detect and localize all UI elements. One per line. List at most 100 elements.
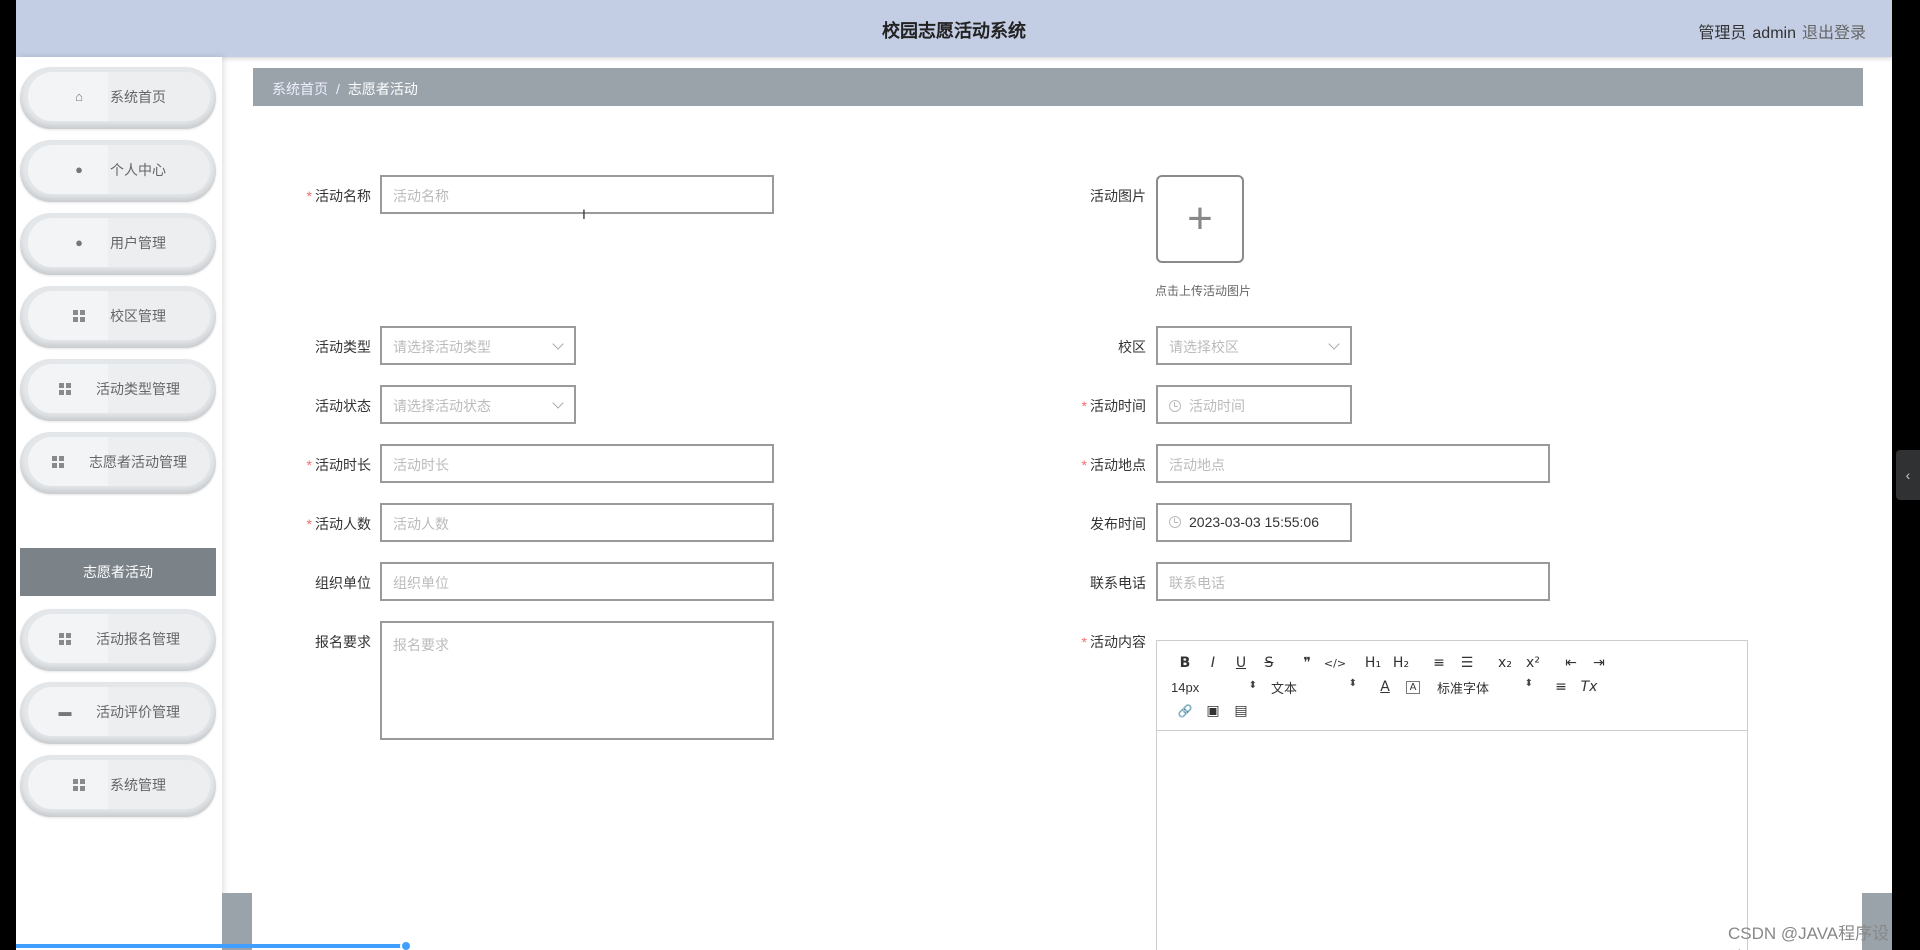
bullet-list-button[interactable]: ☰: [1453, 655, 1481, 671]
activity-location-input[interactable]: 活动地点: [1156, 444, 1550, 483]
sidebar-item-system[interactable]: 系统管理: [20, 755, 216, 817]
label-publish-time: 发布时间: [1090, 516, 1146, 532]
clear-format-button[interactable]: Tx: [1575, 679, 1603, 695]
grid-icon: [58, 632, 72, 646]
sidebar-item-home[interactable]: ⌂ 系统首页: [20, 67, 216, 129]
horizontal-scrollbar[interactable]: [16, 944, 406, 948]
bold-button[interactable]: B: [1171, 655, 1199, 671]
chevron-left-icon: ‹: [1905, 467, 1911, 483]
underline-button[interactable]: U: [1227, 655, 1255, 671]
chevron-down-icon: [1328, 338, 1340, 350]
rich-text-editor[interactable]: B I U S ❞ </> H₁ H₂ ≡ ☰ x₂ x² ⇤ ⇥ 14px ⬍…: [1156, 640, 1748, 950]
plus-icon: +: [1187, 194, 1213, 243]
label-organizer: 组织单位: [315, 575, 371, 591]
sidebar-item-review[interactable]: ▬ 活动评价管理: [20, 682, 216, 744]
breadcrumb: 系统首页 / 志愿者活动: [253, 68, 1863, 106]
label-phone: 联系电话: [1090, 575, 1146, 591]
label-activity-location: * 活动地点: [1081, 457, 1146, 473]
publish-time-picker[interactable]: 2023-03-03 15:55:06: [1156, 503, 1352, 542]
organizer-input[interactable]: 组织单位: [380, 562, 774, 601]
sidebar-item-signup[interactable]: 活动报名管理: [20, 609, 216, 671]
ordered-list-button[interactable]: ≡: [1425, 655, 1453, 671]
time-placeholder: 活动时间: [1189, 398, 1245, 414]
label-activity-status: 活动状态: [315, 398, 371, 414]
align-button[interactable]: ≡: [1547, 679, 1575, 695]
italic-button[interactable]: I: [1199, 655, 1227, 671]
sidebar-item-label: 系统首页: [110, 88, 166, 105]
h2-button[interactable]: H₂: [1387, 655, 1415, 671]
sidebar: ⌂ 系统首页 ● 个人中心 ● 用户管理 校区管理 活动类型管理 志愿者活动管理 志愿…: [16, 57, 222, 950]
label-campus: 校区: [1118, 339, 1146, 355]
bottom-bar-left: [222, 893, 252, 950]
breadcrumb-separator: /: [336, 81, 340, 97]
sidebar-item-label: 活动类型管理: [96, 380, 180, 397]
sidebar-item-label: 校区管理: [110, 307, 166, 324]
user-icon: ●: [75, 162, 83, 177]
text-color-button[interactable]: A: [1371, 679, 1399, 695]
link-icon[interactable]: 🔗: [1171, 704, 1199, 718]
text-cursor-icon: I: [582, 206, 586, 222]
image-icon[interactable]: ▣: [1199, 703, 1227, 719]
user-role: 管理员: [1698, 25, 1747, 42]
sidebar-item-label: 志愿者活动管理: [89, 453, 187, 470]
scrollbar-handle[interactable]: [400, 940, 412, 950]
subscript-button[interactable]: x₂: [1491, 655, 1519, 671]
clock-icon: [1169, 400, 1181, 412]
select-placeholder: 请选择校区: [1169, 339, 1239, 355]
sidebar-item-label: 用户管理: [110, 234, 166, 251]
clock-icon: [1169, 516, 1181, 528]
strike-button[interactable]: S: [1255, 655, 1283, 671]
sidebar-item-volunteer-activity[interactable]: 志愿者活动管理: [20, 432, 216, 494]
app-screen: 校园志愿活动系统 管理员 admin 退出登录 ⌂ 系统首页 ● 个人中心 ● 用户管理 …: [16, 0, 1892, 950]
watermark: CSDN @JAVA程序设计: [1728, 924, 1890, 950]
select-placeholder: 请选择活动状态: [393, 398, 491, 414]
breadcrumb-home[interactable]: 系统首页: [272, 81, 328, 97]
activity-people-input[interactable]: 活动人数: [380, 503, 774, 542]
publish-time-value: 2023-03-03 15:55:06: [1189, 514, 1319, 530]
quote-button[interactable]: ❞: [1293, 655, 1321, 671]
sidebar-item-personal[interactable]: ● 个人中心: [20, 140, 216, 202]
sidebar-item-users[interactable]: ● 用户管理: [20, 213, 216, 275]
font-size-select[interactable]: 14px ⬍: [1171, 680, 1257, 695]
block-format-select[interactable]: 文本 ⬍: [1271, 678, 1357, 697]
submenu-volunteer-activity[interactable]: 志愿者活动: [20, 548, 216, 596]
sidebar-item-activity-type[interactable]: 活动类型管理: [20, 359, 216, 421]
label-activity-type: 活动类型: [315, 339, 371, 355]
campus-select[interactable]: 请选择校区: [1156, 326, 1352, 365]
collapse-panel-button[interactable]: ‹: [1896, 450, 1920, 500]
sidebar-item-campus[interactable]: 校区管理: [20, 286, 216, 348]
outdent-button[interactable]: ⇤: [1557, 655, 1585, 671]
activity-status-select[interactable]: 请选择活动状态: [380, 385, 576, 424]
h1-button[interactable]: H₁: [1359, 655, 1387, 671]
top-header: 校园志愿活动系统 管理员 admin 退出登录: [16, 0, 1892, 57]
grid-icon: [72, 778, 86, 792]
upload-tip: 点击上传活动图片: [1155, 284, 1252, 298]
phone-input[interactable]: 联系电话: [1156, 562, 1550, 601]
select-placeholder: 请选择活动类型: [393, 339, 491, 355]
superscript-button[interactable]: x²: [1519, 655, 1547, 671]
user-icon: ●: [75, 235, 83, 250]
indent-button[interactable]: ⇥: [1585, 655, 1613, 671]
user-area: 管理员 admin 退出登录: [1692, 19, 1866, 43]
label-activity-name: * 活动名称: [306, 188, 371, 204]
bg-color-button[interactable]: A: [1406, 680, 1420, 694]
requirement-textarea[interactable]: 报名要求: [380, 621, 774, 740]
sidebar-item-label: 活动评价管理: [96, 703, 180, 720]
activity-name-input[interactable]: 活动名称: [380, 175, 774, 214]
username: admin: [1752, 25, 1796, 42]
label-requirement: 报名要求: [315, 634, 371, 650]
font-family-select[interactable]: 标准字体 ⬍: [1437, 678, 1533, 697]
image-upload-button[interactable]: +: [1156, 175, 1244, 263]
video-icon[interactable]: ▤: [1227, 703, 1255, 719]
activity-type-select[interactable]: 请选择活动类型: [380, 326, 576, 365]
grid-icon: [58, 382, 72, 396]
logout-link[interactable]: 退出登录: [1802, 25, 1866, 42]
grid-icon: [72, 309, 86, 323]
code-button[interactable]: </>: [1321, 657, 1349, 670]
chevron-down-icon: [552, 397, 564, 409]
home-icon: ⌂: [75, 89, 83, 104]
app-title: 校园志愿活动系统: [882, 21, 1026, 41]
activity-duration-input[interactable]: 活动时长: [380, 444, 774, 483]
activity-time-picker[interactable]: 活动时间: [1156, 385, 1352, 424]
label-activity-time: * 活动时间: [1081, 398, 1146, 414]
